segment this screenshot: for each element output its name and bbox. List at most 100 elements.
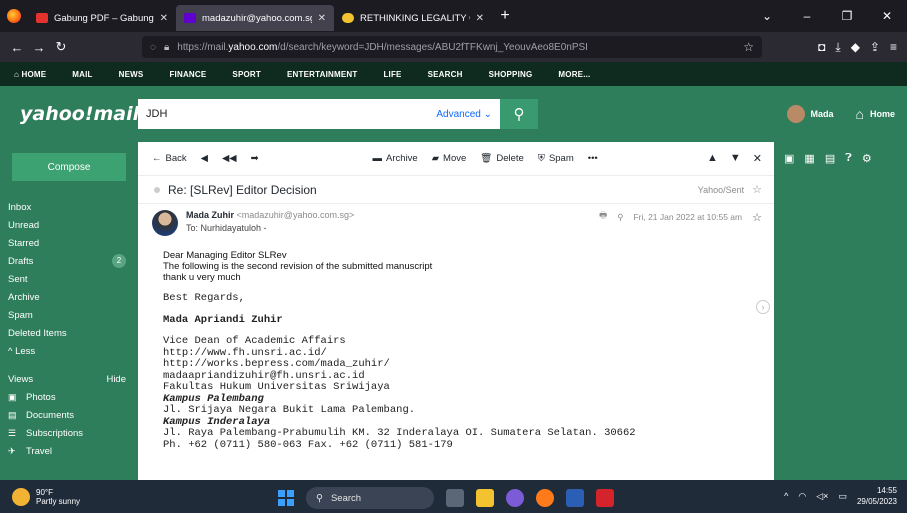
spam-button[interactable]: ⛨ Spam	[538, 153, 574, 164]
nav-life[interactable]: LIFE	[383, 70, 401, 79]
url-bar[interactable]: ◌ 🔒︎ https://mail.yahoo.com/d/search/key…	[142, 36, 762, 58]
nav-home[interactable]: ⌂ HOME	[14, 70, 46, 79]
forward-button[interactable]: ➡	[251, 153, 259, 164]
file-explorer-icon[interactable]	[476, 489, 494, 507]
volume-icon[interactable]: ◁×	[816, 491, 828, 502]
close-window-button[interactable]: ✕	[867, 9, 907, 23]
compose-button[interactable]: Compose	[12, 153, 126, 181]
sidebar-item-starred[interactable]: Starred	[8, 235, 138, 251]
sidebar-item-drafts[interactable]: Drafts 2	[8, 253, 138, 269]
recipient-line[interactable]: To: Nurhidayatuloh -	[186, 223, 354, 233]
sidebar-item-travel[interactable]: ✈ Travel	[8, 443, 138, 459]
expand-chevron-icon[interactable]: ›	[756, 300, 770, 314]
battery-icon[interactable]: ▭	[838, 491, 847, 502]
acrobat-icon[interactable]	[596, 489, 614, 507]
tab-yahoo-mail[interactable]: madazuhir@yahoo.com.sg - Yahoo ✕	[176, 5, 334, 31]
shield-icon[interactable]: ◌	[150, 42, 156, 53]
menu-icon[interactable]: ≡	[890, 40, 897, 55]
restore-button[interactable]: ❐	[827, 9, 867, 23]
close-tab-icon[interactable]: ✕	[160, 13, 168, 24]
calendar-icon[interactable]: ▦	[804, 152, 814, 165]
new-tab-button[interactable]: +	[492, 7, 518, 25]
nav-more[interactable]: MORE...	[558, 70, 590, 79]
attachment-icon[interactable]: ⚲	[617, 212, 623, 223]
unread-dot-icon[interactable]	[154, 186, 160, 193]
star-icon[interactable]: ☆	[752, 183, 762, 196]
minimize-button[interactable]: –	[787, 9, 827, 23]
close-tab-icon[interactable]: ✕	[476, 13, 484, 24]
sidebar-item-archive[interactable]: Archive	[8, 289, 138, 305]
nav-mail[interactable]: MAIL	[72, 70, 92, 79]
reload-icon[interactable]: ↻	[50, 39, 72, 55]
bookmark-star-icon[interactable]: ☆	[743, 40, 754, 54]
reply-button[interactable]: ◀	[201, 153, 208, 164]
nav-news[interactable]: NEWS	[119, 70, 144, 79]
taskbar-search[interactable]: ⚲ Search	[306, 487, 434, 509]
nav-sport[interactable]: SPORT	[232, 70, 261, 79]
extension-icon[interactable]: ◆	[851, 40, 860, 55]
sidebar-item-deleted[interactable]: Deleted Items	[8, 325, 138, 341]
back-button[interactable]: ← Back	[152, 153, 187, 164]
sidebar-item-spam[interactable]: Spam	[8, 307, 138, 323]
nav-shopping[interactable]: SHOPPING	[489, 70, 533, 79]
firefox-icon[interactable]	[536, 489, 554, 507]
more-actions-button[interactable]: •••	[588, 153, 598, 164]
home-icon[interactable]: ⌂	[856, 106, 864, 122]
message-subject: Re: [SLRev] Editor Decision	[168, 182, 317, 197]
back-arrow-icon[interactable]: ←	[6, 40, 28, 55]
firefox-icon[interactable]	[0, 0, 28, 32]
sidebar-item-less[interactable]: ^ Less	[8, 343, 138, 359]
signature-link[interactable]: http://works.bepress.com/mada_zuhir/	[163, 358, 774, 371]
nav-entertainment[interactable]: ENTERTAINMENT	[287, 70, 357, 79]
help-icon[interactable]: ❓︎	[845, 152, 852, 165]
tab-label: RETHINKING LEGALITY OF STATE	[360, 12, 470, 24]
advanced-search-button[interactable]: Advanced ⌄	[436, 109, 492, 120]
nav-search[interactable]: SEARCH	[428, 70, 463, 79]
start-icon[interactable]	[278, 490, 294, 506]
archive-button[interactable]: ▬ Archive	[373, 153, 418, 164]
avatar[interactable]	[786, 105, 805, 123]
tab-rethinking[interactable]: RETHINKING LEGALITY OF STATE ✕	[334, 5, 492, 31]
close-icon[interactable]: ✕	[753, 152, 762, 165]
nav-finance[interactable]: FINANCE	[169, 70, 206, 79]
notepad-icon[interactable]: ▤	[825, 152, 835, 165]
delete-button[interactable]: 🗑︎ Delete	[480, 153, 524, 164]
word-icon[interactable]	[566, 489, 584, 507]
sidebar-item-subscriptions[interactable]: ☰ Subscriptions	[8, 425, 138, 441]
sidebar-item-inbox[interactable]: Inbox	[8, 199, 138, 215]
weather-widget[interactable]: 90°F Partly sunny	[0, 487, 80, 506]
tab-gabung-pdf[interactable]: Gabung PDF – Gabungkan PDF ✕	[28, 5, 176, 31]
move-button[interactable]: ▰ Move	[432, 153, 467, 164]
system-clock[interactable]: 14:55 29/05/2023	[857, 485, 897, 507]
task-view-icon[interactable]	[446, 489, 464, 507]
share-icon[interactable]: ⇪	[870, 40, 880, 55]
teams-icon[interactable]	[506, 489, 524, 507]
settings-gear-icon[interactable]: ⚙	[862, 152, 872, 165]
forward-arrow-icon[interactable]: →	[28, 40, 50, 55]
previous-message-icon[interactable]: ▲	[707, 152, 718, 165]
sidebar-item-photos[interactable]: ▣ Photos	[8, 389, 138, 405]
yahoo-mail-logo[interactable]: yahoo!mail	[0, 103, 139, 125]
pocket-icon[interactable]: ◘	[818, 40, 825, 55]
home-link[interactable]: Home	[870, 109, 895, 119]
sidebar-item-documents[interactable]: ▤ Documents	[8, 407, 138, 423]
user-name[interactable]: Mada	[811, 109, 834, 119]
sidebar-item-sent[interactable]: Sent	[8, 271, 138, 287]
folder-tag[interactable]: Yahoo/Sent	[698, 185, 744, 195]
wifi-icon[interactable]: ◠	[798, 491, 806, 502]
next-message-icon[interactable]: ▼	[730, 152, 741, 165]
views-hide-toggle[interactable]: Hide	[106, 374, 126, 385]
sender-name[interactable]: Mada Zuhir	[186, 210, 234, 220]
download-icon[interactable]: ⤓	[835, 40, 840, 55]
reply-all-button[interactable]: ◀◀	[222, 153, 237, 164]
close-tab-icon[interactable]: ✕	[318, 13, 326, 24]
tray-chevron-icon[interactable]: ^	[784, 491, 788, 501]
star-icon[interactable]: ☆	[752, 211, 762, 224]
search-input[interactable]: JDH Advanced ⌄	[138, 99, 500, 129]
search-button[interactable]: ⚲	[500, 99, 538, 129]
tab-list-icon[interactable]: ⌄	[747, 9, 787, 23]
print-icon[interactable]: 🖶︎	[599, 210, 607, 224]
lock-icon[interactable]: 🔒︎	[164, 42, 169, 53]
contacts-icon[interactable]: ▣	[784, 152, 794, 165]
sidebar-item-unread[interactable]: Unread	[8, 217, 138, 233]
